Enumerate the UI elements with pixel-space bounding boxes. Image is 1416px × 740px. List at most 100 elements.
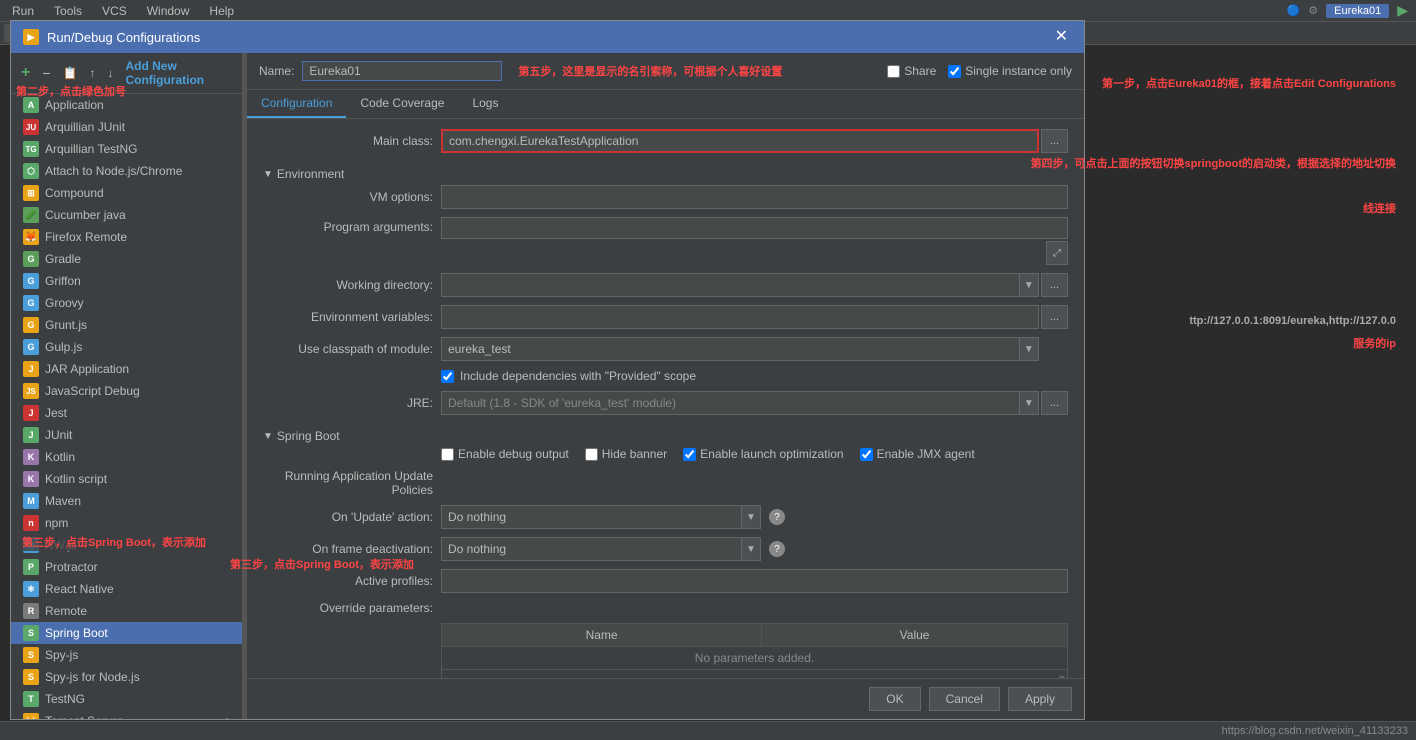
add-config-button[interactable]: + — [17, 62, 34, 84]
share-checkbox[interactable] — [887, 65, 900, 78]
include-deps-checkbox[interactable] — [441, 370, 454, 383]
menu-vcs[interactable]: VCS — [98, 2, 131, 20]
sidebar-item-attach-nodejs[interactable]: ⬡ Attach to Node.js/Chrome — [11, 160, 242, 182]
sidebar-item-testng[interactable]: T TestNG — [11, 688, 242, 710]
tab-logs[interactable]: Logs — [458, 90, 512, 118]
remote-icon: R — [23, 603, 39, 619]
on-update-select[interactable]: Do nothing — [441, 505, 761, 529]
add-new-config-label: Add New Configuration — [121, 57, 236, 89]
enable-jmx-label[interactable]: Enable JMX agent — [860, 447, 975, 461]
classpath-select[interactable]: eureka_test — [441, 337, 1039, 361]
arrow-up-button[interactable]: ↑ — [85, 64, 99, 82]
gulpjs-icon: G — [23, 339, 39, 355]
testng-icon: T — [23, 691, 39, 707]
sidebar-item-npm[interactable]: n npm — [11, 512, 242, 534]
env-vars-label: Environment variables: — [263, 310, 433, 324]
enable-jmx-checkbox[interactable] — [860, 448, 873, 461]
arquillian-junit-icon: JU — [23, 119, 39, 135]
sidebar-item-arquillian-testng[interactable]: TG Arquillian TestNG — [11, 138, 242, 160]
sidebar-item-tomcat[interactable]: 🐱 Tomcat Server ▶ — [11, 710, 242, 719]
sidebar-item-junit[interactable]: J JUnit — [11, 424, 242, 446]
main-class-row: Main class: ... — [263, 129, 1068, 153]
tab-code-coverage[interactable]: Code Coverage — [346, 90, 458, 118]
expand-args-button[interactable]: ⤢ — [1046, 241, 1068, 265]
protractor-icon: P — [23, 559, 39, 575]
sidebar-item-protractor[interactable]: P Protractor — [11, 556, 242, 578]
enable-debug-label[interactable]: Enable debug output — [441, 447, 569, 461]
eureka-btn[interactable]: Eureka01 — [1326, 4, 1389, 18]
sidebar-item-jar[interactable]: J JAR Application — [11, 358, 242, 380]
env-vars-browse-button[interactable]: ... — [1041, 305, 1068, 329]
copy-config-button[interactable]: 📋 — [59, 64, 82, 82]
sidebar-item-kotlin[interactable]: K Kotlin — [11, 446, 242, 468]
env-vars-input[interactable] — [441, 305, 1039, 329]
program-args-row: Program arguments: ⤢ — [263, 217, 1068, 265]
apply-button[interactable]: Apply — [1008, 687, 1072, 711]
sidebar-item-griffon[interactable]: G Griffon — [11, 270, 242, 292]
jre-select[interactable]: Default (1.8 - SDK of 'eureka_test' modu… — [441, 391, 1039, 415]
menu-tools[interactable]: Tools — [50, 2, 86, 20]
dialog-icon: ▶ — [23, 29, 39, 45]
environment-section-header[interactable]: ▼ Environment — [263, 161, 1068, 185]
on-frame-select[interactable]: Do nothing — [441, 537, 761, 561]
enable-launch-checkbox[interactable] — [683, 448, 696, 461]
cancel-button[interactable]: Cancel — [929, 687, 1000, 711]
sidebar-item-label: JAR Application — [45, 362, 129, 376]
enable-jmx-text: Enable JMX agent — [877, 447, 975, 461]
sidebar-item-cucumber[interactable]: 🥒 Cucumber java — [11, 204, 242, 226]
sidebar-item-jest[interactable]: J Jest — [11, 402, 242, 424]
enable-launch-label[interactable]: Enable launch optimization — [683, 447, 843, 461]
sidebar-item-label: JUnit — [45, 428, 72, 442]
working-dir-input[interactable] — [441, 273, 1039, 297]
dialog-close-button[interactable]: ✕ — [1051, 29, 1072, 45]
menu-help[interactable]: Help — [205, 2, 238, 20]
sidebar-item-gulpjs[interactable]: G Gulp.js — [11, 336, 242, 358]
sidebar-item-nwjs[interactable]: N NW.js — [11, 534, 242, 556]
hide-banner-checkbox[interactable] — [585, 448, 598, 461]
sidebar-item-gruntjs[interactable]: G Grunt.js — [11, 314, 242, 336]
menu-window[interactable]: Window — [143, 2, 194, 20]
params-table: Name Value No parameters added. — [441, 623, 1068, 670]
vm-options-input[interactable] — [441, 185, 1068, 209]
sidebar-item-firefox[interactable]: 🦊 Firefox Remote — [11, 226, 242, 248]
on-frame-label: On frame deactivation: — [263, 542, 433, 556]
tab-configuration[interactable]: Configuration — [247, 90, 346, 118]
sidebar-item-spyjs-node[interactable]: S Spy-js for Node.js — [11, 666, 242, 688]
single-instance-label[interactable]: Single instance only — [948, 64, 1072, 78]
share-checkbox-label[interactable]: Share — [887, 64, 936, 78]
sidebar-item-spyjs[interactable]: S Spy-js — [11, 644, 242, 666]
name-input[interactable] — [302, 61, 502, 81]
sidebar-item-label: Grunt.js — [45, 318, 87, 332]
sidebar-item-compound[interactable]: ⊞ Compound — [11, 182, 242, 204]
sidebar-item-js-debug[interactable]: JS JavaScript Debug — [11, 380, 242, 402]
sidebar-item-gradle[interactable]: G Gradle — [11, 248, 242, 270]
sidebar-item-arquillian-junit[interactable]: JU Arquillian JUnit — [11, 116, 242, 138]
remove-config-button[interactable]: − — [38, 63, 54, 83]
jre-browse-button[interactable]: ... — [1041, 391, 1068, 415]
main-class-input[interactable] — [441, 129, 1039, 153]
ok-button[interactable]: OK — [869, 687, 920, 711]
main-class-browse-button[interactable]: ... — [1041, 129, 1068, 153]
active-profiles-input[interactable] — [441, 569, 1068, 593]
single-instance-checkbox[interactable] — [948, 65, 961, 78]
sidebar-item-react-native[interactable]: ⚛ React Native — [11, 578, 242, 600]
sidebar-item-maven[interactable]: M Maven — [11, 490, 242, 512]
sidebar-item-remote[interactable]: R Remote — [11, 600, 242, 622]
on-frame-help-icon[interactable]: ? — [769, 541, 785, 557]
arrow-down-button[interactable]: ↓ — [103, 64, 117, 82]
spring-boot-section-header[interactable]: ▼ Spring Boot — [263, 423, 1068, 447]
sidebar-item-label: Gulp.js — [45, 340, 82, 354]
run-button[interactable]: ▶ — [1397, 2, 1408, 19]
menu-run[interactable]: Run — [8, 2, 38, 20]
sidebar-item-spring-boot[interactable]: S Spring Boot — [11, 622, 242, 644]
hide-banner-label[interactable]: Hide banner — [585, 447, 667, 461]
on-update-help-icon[interactable]: ? — [769, 509, 785, 525]
sidebar-item-kotlin-script[interactable]: K Kotlin script — [11, 468, 242, 490]
sidebar-item-application[interactable]: A Application — [11, 94, 242, 116]
attach-nodejs-icon: ⬡ — [23, 163, 39, 179]
enable-debug-checkbox[interactable] — [441, 448, 454, 461]
on-update-row: On 'Update' action: Do nothing ▼ ? — [263, 505, 1068, 529]
sidebar-item-groovy[interactable]: G Groovy — [11, 292, 242, 314]
working-dir-browse-button[interactable]: ... — [1041, 273, 1068, 297]
program-args-input[interactable] — [441, 217, 1068, 239]
